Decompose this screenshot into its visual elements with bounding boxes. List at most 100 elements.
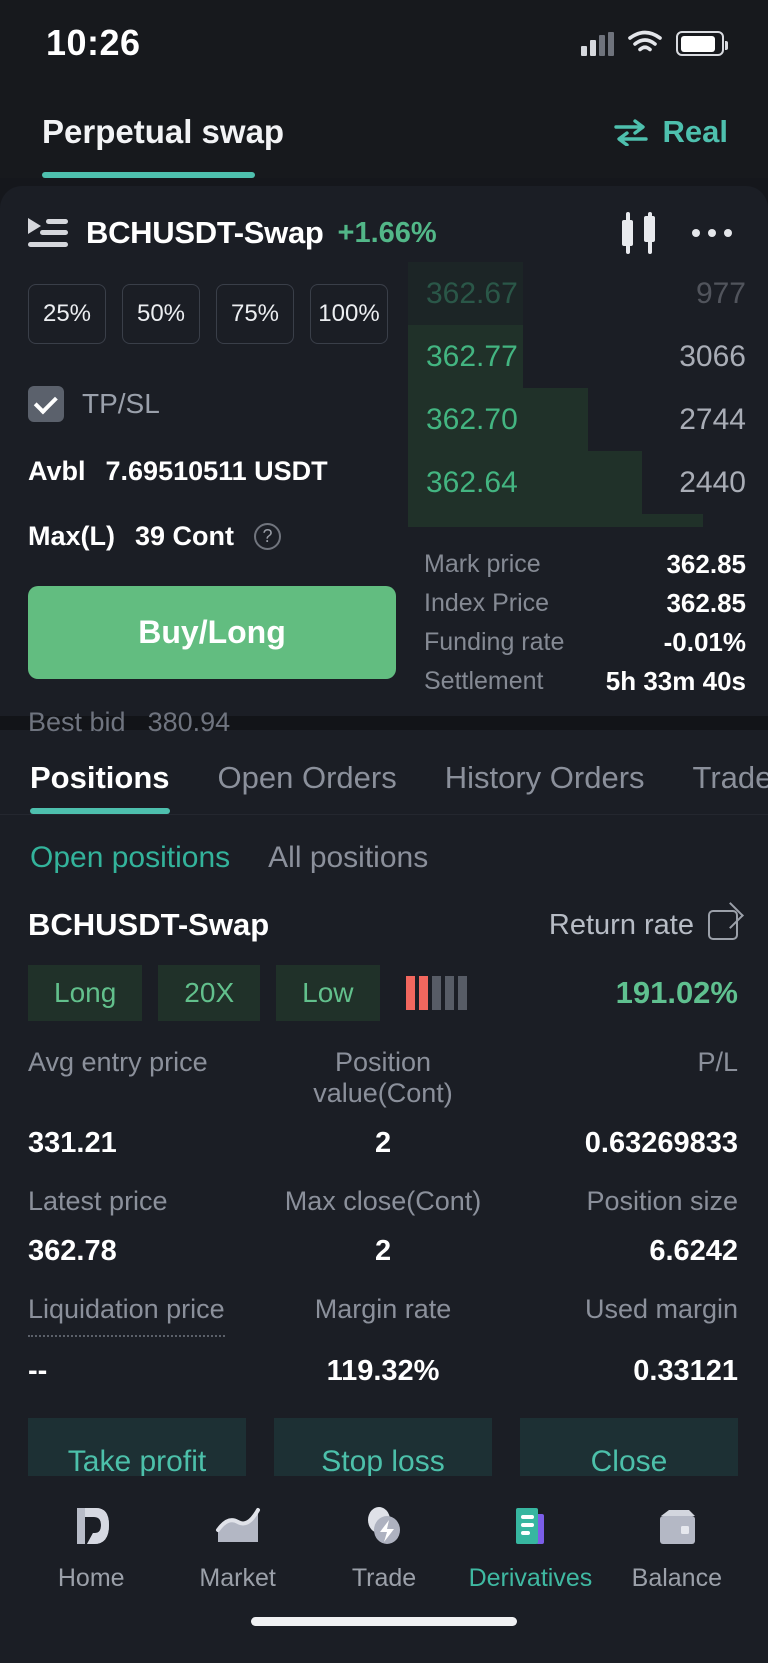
- index-price-value: 362.85: [666, 588, 746, 618]
- subtab-open-positions[interactable]: Open positions: [30, 841, 230, 875]
- return-rate-label: Return rate: [548, 908, 694, 941]
- percent-button-50[interactable]: 50%: [122, 284, 200, 344]
- page-title: Perpetual swap: [42, 113, 285, 150]
- orderbook-size: 3066: [679, 339, 746, 373]
- available-label: Avbl: [28, 456, 86, 486]
- status-icons: [581, 30, 728, 56]
- brand-d-icon: [65, 1498, 117, 1552]
- value-avg-entry-price: 331.21: [28, 1127, 117, 1159]
- percent-button-25[interactable]: 25%: [28, 284, 106, 344]
- tpsl-toggle[interactable]: TP/SL: [28, 386, 408, 422]
- settlement-row: Settlement 5h 33m 40s: [408, 662, 768, 701]
- market-chart-icon: [212, 1498, 264, 1552]
- tag-risk-level: Low: [276, 965, 380, 1021]
- label-margin-rate: Margin rate: [314, 1294, 452, 1324]
- wifi-icon: [628, 30, 662, 52]
- tag-direction: Long: [28, 965, 143, 1021]
- label-liquidation-price[interactable]: Liquidation price: [28, 1268, 225, 1337]
- tab-history-orders[interactable]: History Orders: [445, 760, 645, 814]
- orderbook-row[interactable]: 362.64 2440: [408, 451, 768, 514]
- candlestick-icon[interactable]: [618, 212, 662, 254]
- value-margin-rate: 119.32%: [326, 1355, 440, 1387]
- status-time: 10:26: [46, 22, 141, 63]
- nav-item-market[interactable]: Market: [164, 1498, 310, 1593]
- trade-bolt-icon: [358, 1498, 410, 1552]
- home-indicator: [0, 1603, 768, 1663]
- label-used-margin: Used margin: [584, 1294, 739, 1324]
- app-screen: 10:26 Perpetual swap Real BCHUSDT-Swap +…: [0, 0, 768, 1663]
- position-label-row: Avg entry price Position value(Cont) P/L: [28, 1021, 738, 1109]
- tab-positions[interactable]: Positions: [30, 760, 170, 814]
- nav-label-home: Home: [57, 1564, 125, 1592]
- orderbook-row[interactable]: 362.60 3236: [408, 514, 768, 527]
- return-rate-value: 191.02%: [615, 975, 738, 1010]
- order-list-icon[interactable]: [28, 216, 68, 250]
- label-avg-entry-price: Avg entry price: [28, 1047, 208, 1077]
- nav-label-market: Market: [199, 1564, 276, 1592]
- pair-header: BCHUSDT-Swap +1.66%: [0, 186, 768, 254]
- return-rate-toggle[interactable]: Return rate: [549, 909, 738, 942]
- battery-icon: [676, 31, 728, 56]
- tpsl-checkbox[interactable]: [28, 386, 64, 422]
- nav-label-balance: Balance: [631, 1564, 722, 1592]
- page-header: Perpetual swap Real: [0, 86, 768, 178]
- active-tab-underline: [42, 172, 255, 178]
- mark-price-row: Mark price 362.85: [408, 545, 768, 584]
- value-pl: 0.63269833: [584, 1127, 739, 1159]
- percent-button-75[interactable]: 75%: [216, 284, 294, 344]
- settlement-label: Settlement: [424, 667, 544, 695]
- orderbook-price: 362.77: [426, 339, 518, 373]
- index-price-label: Index Price: [424, 589, 550, 617]
- settlement-value: 5h 33m 40s: [605, 666, 746, 696]
- max-long-label: Max(L): [28, 521, 115, 551]
- tpsl-label: TP/SL: [82, 388, 160, 419]
- funding-rate-label: Funding rate: [424, 628, 565, 656]
- label-pl: P/L: [697, 1047, 739, 1077]
- orderbook-price: 362.67: [426, 276, 518, 310]
- pair-change: +1.66%: [337, 216, 437, 249]
- position-details-grid: Avg entry price Position value(Cont) P/L…: [0, 1021, 768, 1388]
- position-symbol: BCHUSDT-Swap: [28, 907, 270, 942]
- value-latest-price: 362.78: [28, 1235, 117, 1267]
- nav-item-home[interactable]: Home: [18, 1498, 164, 1593]
- positions-panel: Positions Open Orders History Orders Tra…: [0, 730, 768, 1506]
- position-value-row: -- 119.32% 0.33121: [28, 1337, 738, 1388]
- pair-symbol[interactable]: BCHUSDT-Swap: [86, 215, 324, 251]
- buy-long-button[interactable]: Buy/Long: [28, 586, 396, 679]
- account-mode-switch[interactable]: Real: [613, 114, 728, 150]
- tab-open-orders[interactable]: Open Orders: [218, 760, 397, 814]
- nav-item-balance[interactable]: Balance: [604, 1498, 750, 1593]
- tab-trade-history[interactable]: Trade His: [693, 760, 768, 814]
- position-value-row: 362.78 2 6.6242: [28, 1217, 738, 1268]
- question-mark-icon[interactable]: ?: [254, 523, 282, 550]
- orderbook-row[interactable]: 362.70 2744: [408, 388, 768, 451]
- orderbook-row[interactable]: 362.77 3066: [408, 325, 768, 388]
- subtab-all-positions[interactable]: All positions: [268, 841, 428, 875]
- value-max-close: 2: [374, 1235, 392, 1267]
- value-liquidation-price: --: [28, 1355, 48, 1387]
- funding-rate-row: Funding rate -0.01%: [408, 623, 768, 662]
- available-value: 7.69510511 USDT: [105, 456, 328, 486]
- derivatives-book-icon: [504, 1498, 556, 1552]
- max-long-row: Max(L) 39 Cont ?: [28, 521, 408, 552]
- swap-arrows-icon: [613, 119, 648, 146]
- index-price-row: Index Price 362.85: [408, 584, 768, 623]
- more-dots-icon[interactable]: [692, 229, 732, 237]
- funding-rate-value: -0.01%: [663, 627, 746, 657]
- available-balance-row: Avbl 7.69510511 USDT: [28, 456, 408, 487]
- nav-item-derivatives[interactable]: Derivatives: [457, 1498, 603, 1593]
- orderbook-list[interactable]: 362.67 977 362.77 3066 362.70 2744 362.6…: [408, 262, 768, 527]
- tag-leverage[interactable]: 20X: [158, 965, 261, 1021]
- orderbook-size: 977: [695, 276, 746, 310]
- orderbook-size: 2744: [679, 402, 746, 436]
- value-position-value: 2: [374, 1127, 392, 1159]
- percent-button-100[interactable]: 100%: [310, 284, 388, 344]
- orderbook-panel: 362.67 977 362.77 3066 362.70 2744 362.6…: [408, 254, 768, 738]
- orderbook-row[interactable]: 362.67 977: [408, 262, 768, 325]
- orderbook-size: 2440: [679, 465, 746, 499]
- nav-item-trade[interactable]: Trade: [311, 1498, 457, 1593]
- value-used-margin: 0.33121: [633, 1355, 739, 1387]
- position-label-row: Liquidation price Margin rate Used margi…: [28, 1268, 738, 1337]
- position-header: BCHUSDT-Swap Return rate: [0, 875, 768, 943]
- share-external-icon[interactable]: [708, 910, 738, 940]
